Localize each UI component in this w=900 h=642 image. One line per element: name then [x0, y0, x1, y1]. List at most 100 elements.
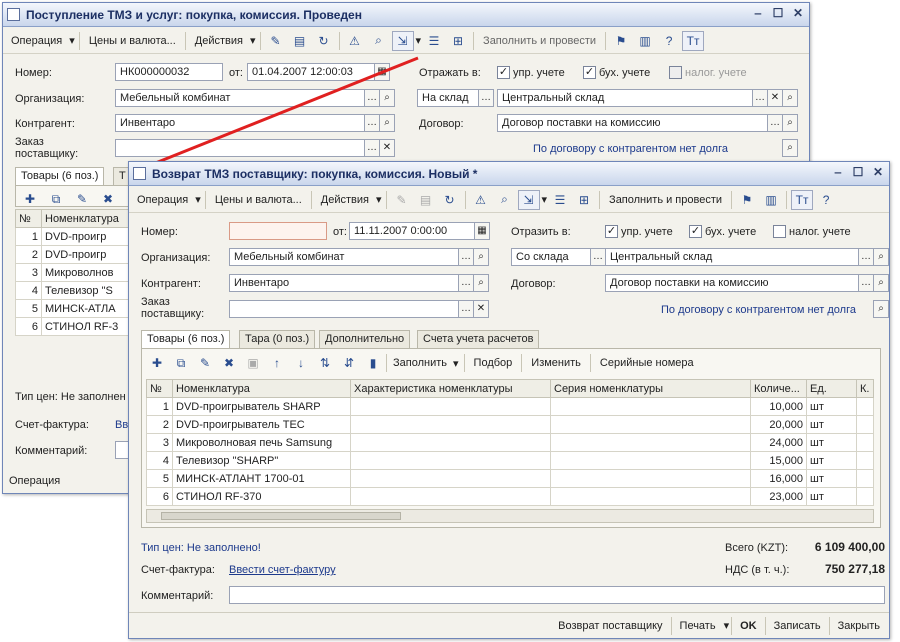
select-button[interactable]: … — [590, 248, 606, 266]
column-header[interactable]: Характеристика номенклатуры — [350, 379, 551, 398]
add-icon[interactable]: ✚ — [146, 353, 168, 373]
move-down-icon[interactable]: ↓ — [290, 353, 312, 373]
price-type-link[interactable]: Тип цен: Не заполнено! — [141, 542, 261, 554]
menu-operation[interactable]: Операция — [132, 192, 193, 208]
tab-additional[interactable]: Дополнительно — [319, 330, 411, 348]
mark-icon[interactable]: ▣ — [242, 353, 264, 373]
vat-value: 750 277,18 — [824, 562, 885, 576]
table-row[interactable]: 6 СТИНОЛ RF-370 23,000 шт — [146, 487, 874, 506]
contract-label: Договор: — [511, 278, 556, 290]
warning-icon[interactable]: ⚠ — [470, 190, 492, 210]
table-row[interactable]: 3 Микроволновая печь Samsung 24,000 шт — [146, 433, 874, 452]
clear-icon[interactable]: ✕ — [473, 300, 489, 318]
calendar-icon[interactable]: ▦ — [474, 222, 490, 240]
column-header[interactable]: Количе... — [750, 379, 807, 398]
number-field[interactable] — [229, 222, 327, 240]
close-icon[interactable]: ✕ — [871, 165, 885, 179]
sort-desc-icon[interactable]: ⇵ — [338, 353, 360, 373]
table-row[interactable]: 5 МИНСК-АТЛАНТ 1700-01 16,000 шт — [146, 469, 874, 488]
based-on-icon[interactable]: ⇲ — [517, 189, 540, 210]
fill-and-post-button[interactable]: Заполнить и провести — [604, 192, 727, 208]
vat-label: НДС (в т. ч.): — [725, 564, 790, 576]
tab-tara[interactable]: Тара (0 поз.) — [239, 330, 316, 348]
reflect-label: Отразить в: — [511, 226, 571, 238]
return-to-supplier-button[interactable]: Возврат поставщику — [552, 617, 668, 635]
org-field[interactable]: Мебельный комбинат — [229, 248, 459, 266]
select-items-button[interactable]: Подбор — [470, 357, 517, 369]
table-row[interactable]: 2 DVD-проигрыватель TEC 20,000 шт — [146, 415, 874, 434]
change-button[interactable]: Изменить — [527, 357, 585, 369]
date-field[interactable]: 11.11.2007 0:00:00 — [349, 222, 475, 240]
search-icon[interactable]: ⌕ — [873, 248, 889, 266]
column-header[interactable]: Серия номенклатуры — [550, 379, 751, 398]
invoice-link[interactable]: Ввести счет-фактуру — [229, 564, 336, 576]
number-label: Номер: — [141, 226, 178, 238]
serial-numbers-button[interactable]: Серийные номера — [596, 357, 698, 369]
table-row[interactable]: 4 Телевизор "SHARP" 15,000 шт — [146, 451, 874, 470]
select-button[interactable]: … — [458, 300, 474, 318]
edit-icon[interactable]: ✎ — [194, 353, 216, 373]
column-header[interactable]: К. — [856, 379, 874, 398]
select-button[interactable]: … — [458, 248, 474, 266]
list-icon[interactable]: ☰ — [549, 190, 571, 210]
warehouse-type-field[interactable]: Со склада — [511, 248, 591, 266]
close-button[interactable]: Закрыть — [832, 617, 886, 635]
minimize-icon[interactable]: ‒ — [831, 165, 845, 179]
move-up-icon[interactable]: ↑ — [266, 353, 288, 373]
accounting-checkbox[interactable]: ✓ бух. учете — [689, 225, 756, 238]
document-icon — [133, 167, 146, 180]
comment-field[interactable] — [229, 586, 885, 604]
total-label: Всего (KZT): — [725, 542, 789, 554]
search-icon[interactable]: ⌕ — [873, 274, 889, 292]
tab-goods[interactable]: Товары (6 поз.) — [141, 330, 231, 348]
delete-icon[interactable]: ✖ — [218, 353, 240, 373]
order-field[interactable] — [229, 300, 459, 318]
search-icon[interactable]: ⌕ — [873, 300, 889, 318]
mgmt-accounting-checkbox[interactable]: ✓ упр. учете — [605, 225, 673, 238]
debt-link[interactable]: По договору с контрагентом нет долга — [661, 304, 856, 316]
warehouse-field[interactable]: Центральный склад — [605, 248, 859, 266]
dt-kt-icon[interactable]: ⚑ — [736, 190, 758, 210]
tax-accounting-checkbox[interactable]: налог. учете — [773, 225, 851, 238]
select-button[interactable]: … — [858, 274, 874, 292]
horizontal-scrollbar[interactable] — [146, 509, 874, 523]
scrollbar-thumb[interactable] — [161, 512, 401, 520]
return-document-window: Возврат ТМЗ поставщику: покупка, комисси… — [128, 161, 890, 639]
ok-button[interactable]: OK — [734, 617, 763, 635]
total-value: 6 109 400,00 — [814, 540, 885, 554]
copy-icon[interactable]: ⧉ — [170, 353, 192, 373]
select-button[interactable]: … — [858, 248, 874, 266]
column-header[interactable]: № — [146, 379, 173, 398]
menu-prices[interactable]: Цены и валюта... — [210, 192, 307, 208]
search-icon[interactable]: ⌕ — [473, 274, 489, 292]
menu-actions[interactable]: Действия — [316, 192, 374, 208]
invoice-label: Счет-фактура: — [141, 564, 215, 576]
post-icon[interactable]: ✎ — [391, 190, 413, 210]
window-titlebar: Возврат ТМЗ поставщику: покупка, комисси… — [129, 162, 889, 186]
footer-buttons: Возврат поставщику Печать ▾ OK Записать З… — [129, 612, 889, 638]
text-icon[interactable]: Tт — [791, 189, 814, 210]
fill-button[interactable]: Заполнить — [389, 357, 451, 369]
maximize-icon[interactable]: ☐ — [851, 165, 865, 179]
save-button[interactable]: Записать — [768, 617, 827, 635]
barcode-icon[interactable]: ▮ — [362, 353, 384, 373]
structure-icon[interactable]: ▥ — [760, 190, 782, 210]
sort-asc-icon[interactable]: ⇅ — [314, 353, 336, 373]
print-button[interactable]: Печать — [674, 617, 722, 635]
goods-panel: ✚ ⧉ ✎ ✖ ▣ ↑ ↓ ⇅ ⇵ ▮ Заполнить ▾ Подбор Из… — [141, 348, 881, 528]
contract-field[interactable]: Договор поставки на комиссию — [605, 274, 859, 292]
refresh-icon[interactable]: ↻ — [439, 190, 461, 210]
order-label: Заказ поставщику: — [141, 296, 205, 320]
search-icon[interactable]: ⌕ — [494, 190, 516, 210]
document-icon[interactable]: ▤ — [415, 190, 437, 210]
column-header[interactable]: Ед. — [806, 379, 857, 398]
search-icon[interactable]: ⌕ — [473, 248, 489, 266]
tree-icon[interactable]: ⊞ — [573, 190, 595, 210]
table-row[interactable]: 1 DVD-проигрыватель SHARP 10,000 шт — [146, 397, 874, 416]
comment-label: Комментарий: — [141, 590, 214, 602]
help-icon[interactable]: ? — [815, 190, 837, 210]
column-header[interactable]: Номенклатура — [172, 379, 351, 398]
select-button[interactable]: … — [458, 274, 474, 292]
contractor-field[interactable]: Инвентаро — [229, 274, 459, 292]
tab-settlement-accounts[interactable]: Счета учета расчетов — [417, 330, 540, 348]
